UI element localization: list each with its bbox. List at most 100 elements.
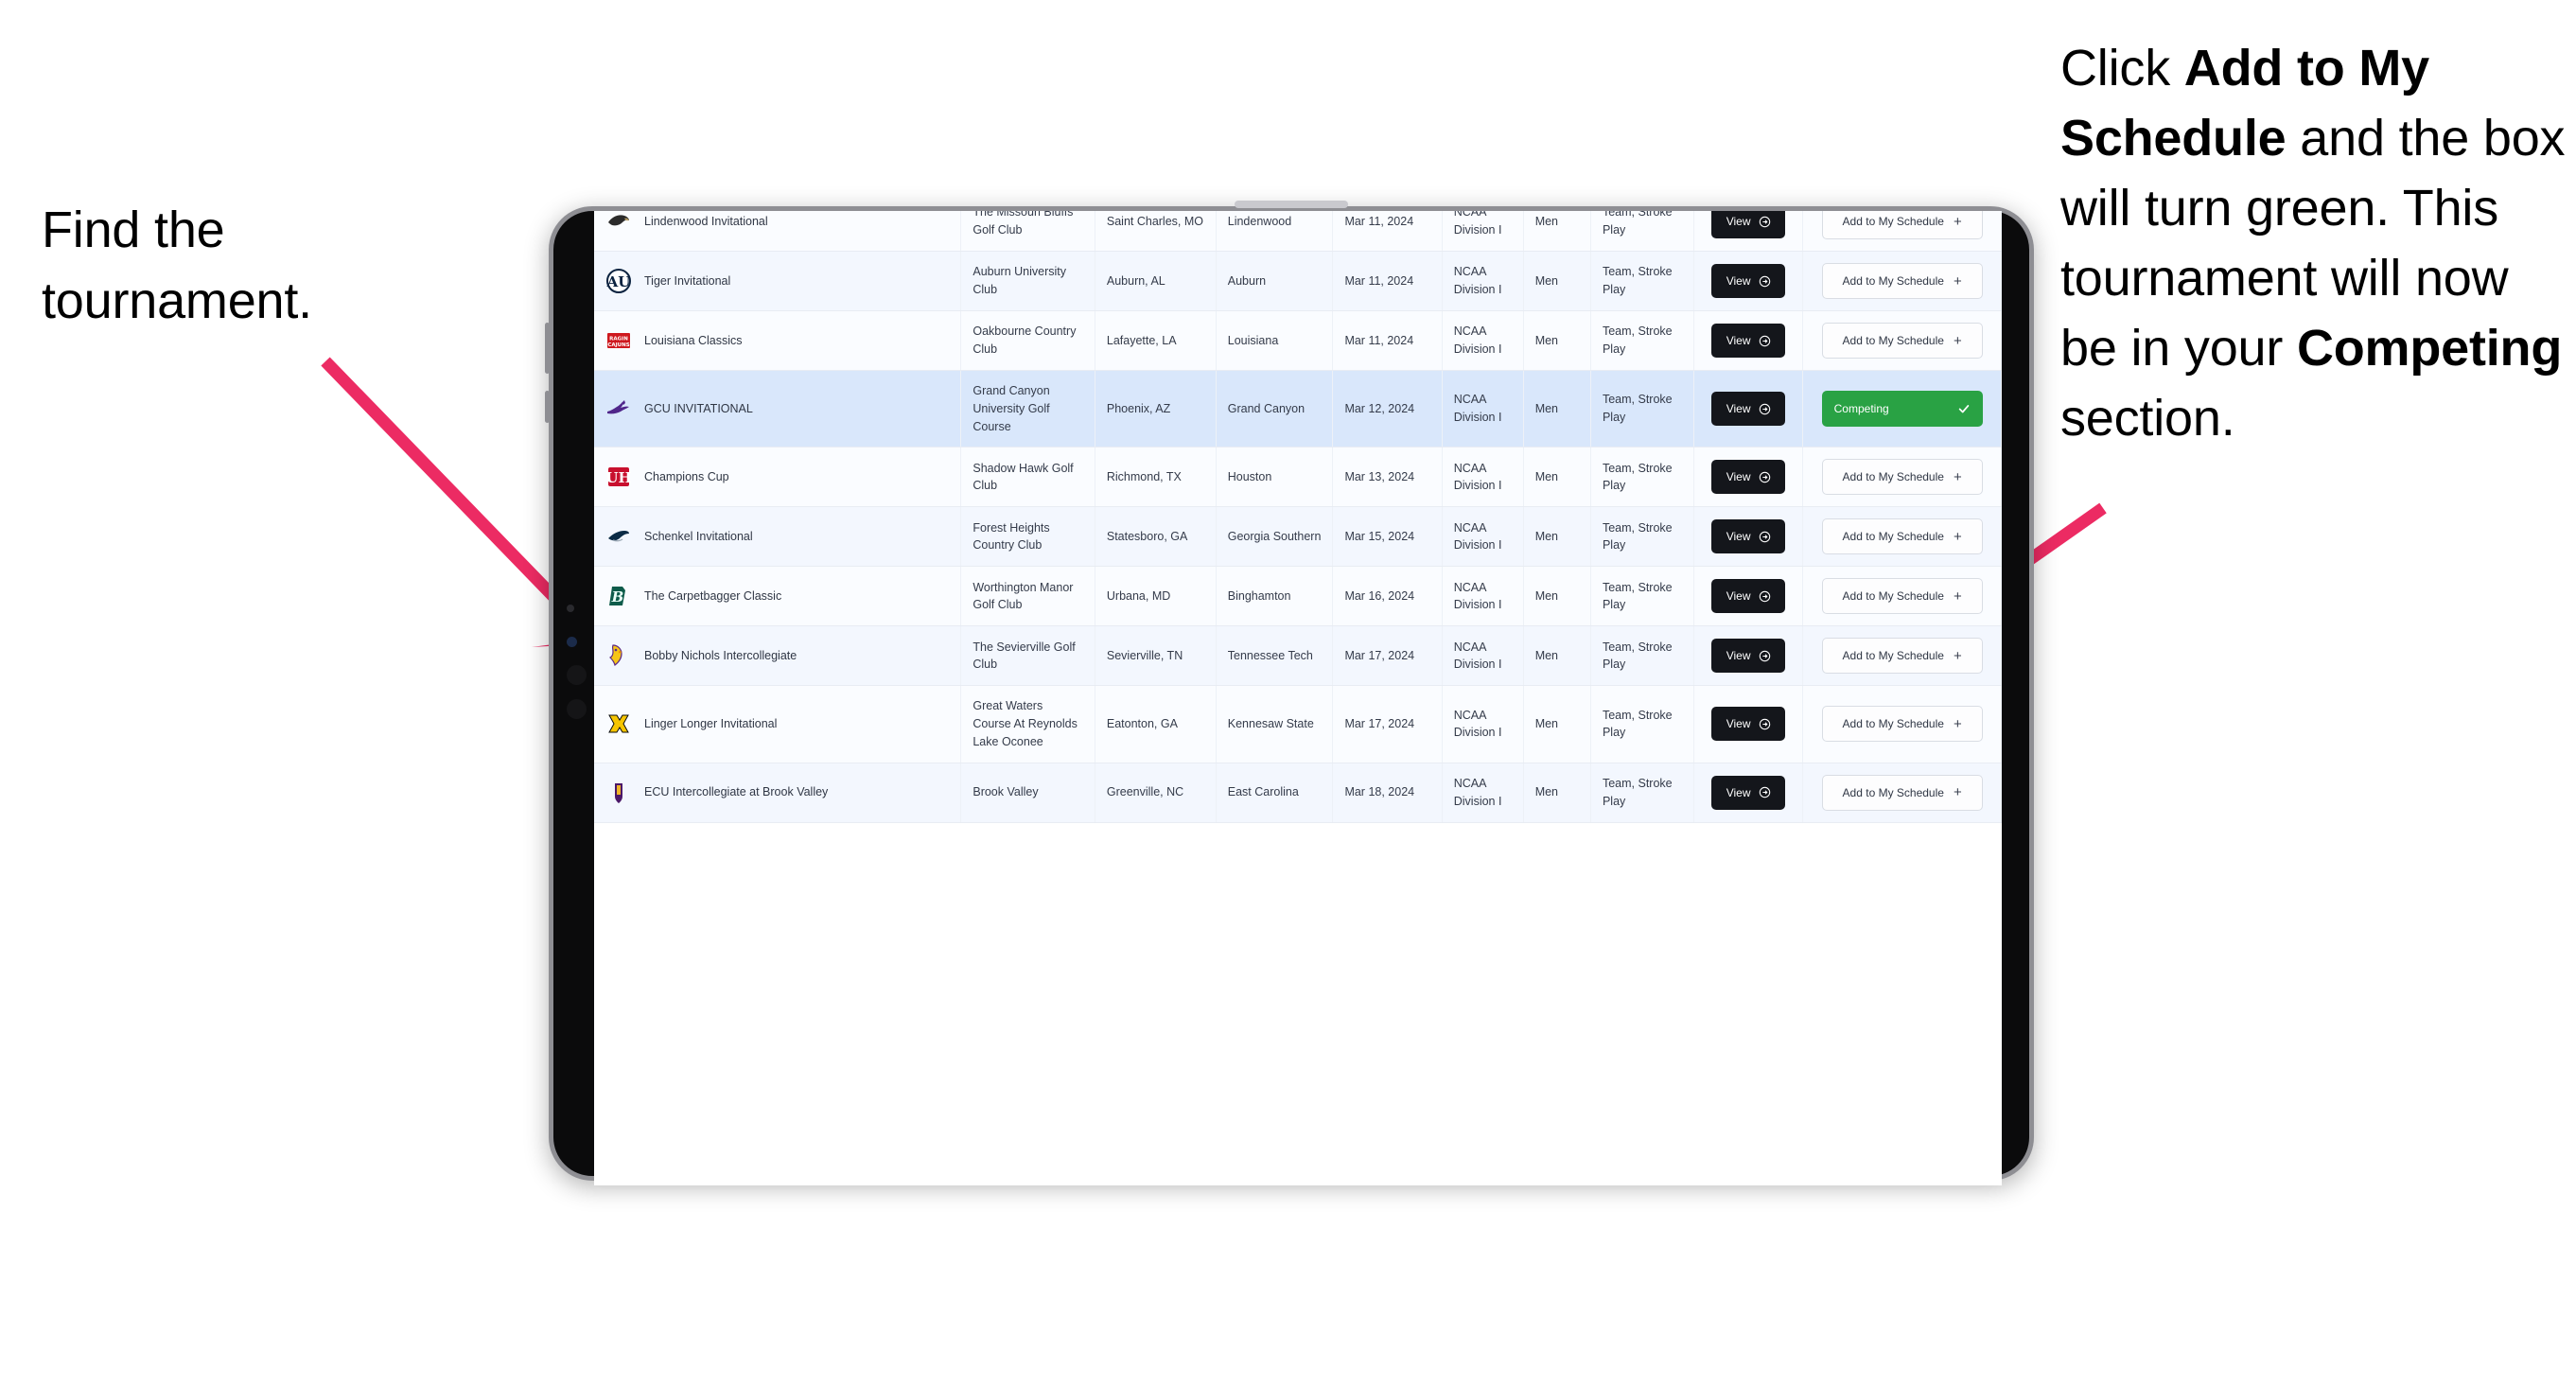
- check-icon: [1958, 405, 1969, 413]
- cell-start-date: Mar 18, 2024: [1332, 763, 1443, 823]
- cell-gender: Men: [1523, 506, 1591, 568]
- cell-competing: Add to My Schedule +: [1802, 251, 2002, 311]
- app-viewport: SCOREBOARD Powered by clippd TOURNAMENTS…: [594, 211, 2002, 1185]
- cell-event-name: Lindenwood Invitational: [594, 211, 962, 252]
- view-button-label: View: [1726, 334, 1751, 347]
- east-carolina-logo: [605, 780, 632, 806]
- cell-city-state: Saint Charles, MO: [1095, 211, 1217, 252]
- add-to-my-schedule-label: Add to My Schedule: [1842, 334, 1944, 347]
- cell-venue: Great Waters Course At Reynolds Lake Oco…: [960, 685, 1095, 763]
- cell-division: NCAA Division I: [1442, 251, 1524, 311]
- cell-scoring: Team, Stroke Play: [1590, 685, 1694, 763]
- view-button[interactable]: View: [1711, 639, 1786, 674]
- louisiana-ragin-cajuns-logo: RAGIN CAJUNS: [605, 327, 632, 354]
- add-to-my-schedule-button[interactable]: Add to My Schedule +: [1821, 706, 1983, 743]
- plus-icon: +: [1953, 588, 1962, 605]
- event-name-label: Schenkel Invitational: [644, 529, 753, 543]
- arrow-right-circle-icon: [1759, 590, 1770, 602]
- add-to-my-schedule-button[interactable]: Add to My Schedule +: [1821, 774, 1983, 811]
- table-row[interactable]: Schenkel Invitational Forest Heights Coun…: [594, 506, 2002, 568]
- table-row[interactable]: RAGIN CAJUNS Louisiana Classics Oakbourne C…: [594, 310, 2002, 371]
- table-row[interactable]: Linger Longer Invitational Great Waters C…: [594, 685, 2002, 763]
- event-name-label: Tiger Invitational: [644, 273, 731, 288]
- add-to-my-schedule-button[interactable]: Add to My Schedule +: [1821, 459, 1983, 496]
- view-button[interactable]: View: [1711, 264, 1786, 298]
- cell-hosted-by: East Carolina: [1216, 763, 1334, 823]
- view-button[interactable]: View: [1711, 707, 1786, 742]
- cell-competing: Add to My Schedule +: [1802, 625, 2002, 687]
- cell-competing: Add to My Schedule +: [1802, 310, 2002, 371]
- competing-button-label: Competing: [1833, 402, 1889, 416]
- annotation-find-tournament: Find the tournament.: [42, 202, 312, 329]
- plus-icon: +: [1953, 468, 1962, 485]
- cell-event-name: RAGIN CAJUNS Louisiana Classics: [594, 310, 962, 371]
- cell-city-state: Sevierville, TN: [1095, 625, 1217, 687]
- add-to-my-schedule-button[interactable]: Add to My Schedule +: [1821, 263, 1983, 299]
- event-name-label: Louisiana Classics: [644, 333, 743, 347]
- cell-division: NCAA Division I: [1442, 447, 1524, 508]
- add-to-my-schedule-button[interactable]: Add to My Schedule +: [1821, 211, 1983, 239]
- plus-icon: +: [1953, 647, 1962, 664]
- cell-competing: Add to My Schedule +: [1802, 211, 2002, 252]
- view-button-label: View: [1726, 530, 1751, 544]
- view-button[interactable]: View: [1711, 392, 1786, 427]
- view-button[interactable]: View: [1711, 579, 1786, 614]
- view-button[interactable]: View: [1711, 211, 1786, 238]
- arrow-right-circle-icon: [1759, 275, 1770, 287]
- table-row[interactable]: AU Tiger Invitational Auburn University Cl…: [594, 251, 2002, 311]
- view-button[interactable]: View: [1711, 775, 1786, 810]
- plus-icon: +: [1953, 272, 1962, 289]
- cell-hosted-by: Georgia Southern: [1216, 506, 1334, 568]
- cell-event-name: GCU INVITATIONAL: [594, 370, 962, 448]
- add-to-my-schedule-button[interactable]: Add to My Schedule +: [1821, 578, 1983, 615]
- add-to-my-schedule-button[interactable]: Add to My Schedule +: [1821, 323, 1983, 359]
- cell-competing: Add to My Schedule +: [1802, 763, 2002, 823]
- add-to-my-schedule-label: Add to My Schedule: [1842, 785, 1944, 799]
- cell-hosted-by: Binghamton: [1216, 566, 1334, 627]
- cell-venue: The Sevierville Golf Club: [960, 625, 1095, 687]
- cell-division: NCAA Division I: [1442, 763, 1524, 823]
- table-row[interactable]: UH Champions Cup Shadow Hawk Golf Club Rich…: [594, 447, 2002, 508]
- cell-start-date: Mar 16, 2024: [1332, 566, 1443, 627]
- add-to-my-schedule-button[interactable]: Add to My Schedule +: [1821, 518, 1983, 555]
- volume-down-button[interactable]: [545, 391, 550, 423]
- add-to-my-schedule-button[interactable]: Add to My Schedule +: [1821, 638, 1983, 675]
- kennesaw-state-ks-logo: [605, 711, 632, 737]
- competing-button[interactable]: Competing: [1821, 391, 1983, 428]
- view-button-label: View: [1726, 274, 1751, 288]
- cell-city-state: Urbana, MD: [1095, 566, 1217, 627]
- event-name-label: Bobby Nichols Intercollegiate: [644, 648, 797, 662]
- table-row[interactable]: ECU Intercollegiate at Brook Valley Brook…: [594, 763, 2002, 823]
- cell-actions: View: [1693, 566, 1804, 627]
- table-row[interactable]: Bobby Nichols Intercollegiate The Sevierv…: [594, 625, 2002, 687]
- cell-competing: Add to My Schedule +: [1802, 506, 2002, 568]
- gcu-antelope-logo: [605, 395, 632, 422]
- cell-hosted-by: Lindenwood: [1216, 211, 1334, 252]
- view-button[interactable]: View: [1711, 324, 1786, 358]
- table-row[interactable]: GCU INVITATIONAL Grand Canyon University …: [594, 370, 2002, 448]
- annotation-add-to-schedule: Click Add to My Schedule and the box wil…: [2060, 34, 2576, 454]
- add-to-my-schedule-label: Add to My Schedule: [1842, 530, 1944, 544]
- cell-venue: Worthington Manor Golf Club: [960, 566, 1095, 627]
- view-button[interactable]: View: [1711, 460, 1786, 495]
- add-to-my-schedule-label: Add to My Schedule: [1842, 649, 1944, 663]
- add-to-my-schedule-label: Add to My Schedule: [1842, 215, 1944, 228]
- cell-hosted-by: Auburn: [1216, 251, 1334, 311]
- cell-scoring: Team, Stroke Play: [1590, 211, 1694, 252]
- arrow-right-circle-icon: [1759, 718, 1770, 730]
- view-button[interactable]: View: [1711, 519, 1786, 554]
- cell-venue: The Missouri Bluffs Golf Club: [960, 211, 1095, 252]
- cell-gender: Men: [1523, 370, 1591, 448]
- cell-start-date: Mar 13, 2024: [1332, 447, 1443, 508]
- volume-up-button[interactable]: [545, 323, 550, 374]
- event-name-label: ECU Intercollegiate at Brook Valley: [644, 785, 829, 799]
- table-row[interactable]: B The Carpetbagger Classic Worthington Man…: [594, 566, 2002, 627]
- cell-event-name: Bobby Nichols Intercollegiate: [594, 625, 962, 687]
- table-row[interactable]: Lindenwood Invitational The Missouri Bluf…: [594, 211, 2002, 252]
- cell-division: NCAA Division I: [1442, 310, 1524, 371]
- annotation-text-4: section.: [2060, 389, 2235, 447]
- svg-text:B: B: [611, 588, 624, 605]
- camera-dot-icon: [567, 665, 587, 685]
- cell-start-date: Mar 17, 2024: [1332, 625, 1443, 687]
- event-name-label: Linger Longer Invitational: [644, 717, 778, 730]
